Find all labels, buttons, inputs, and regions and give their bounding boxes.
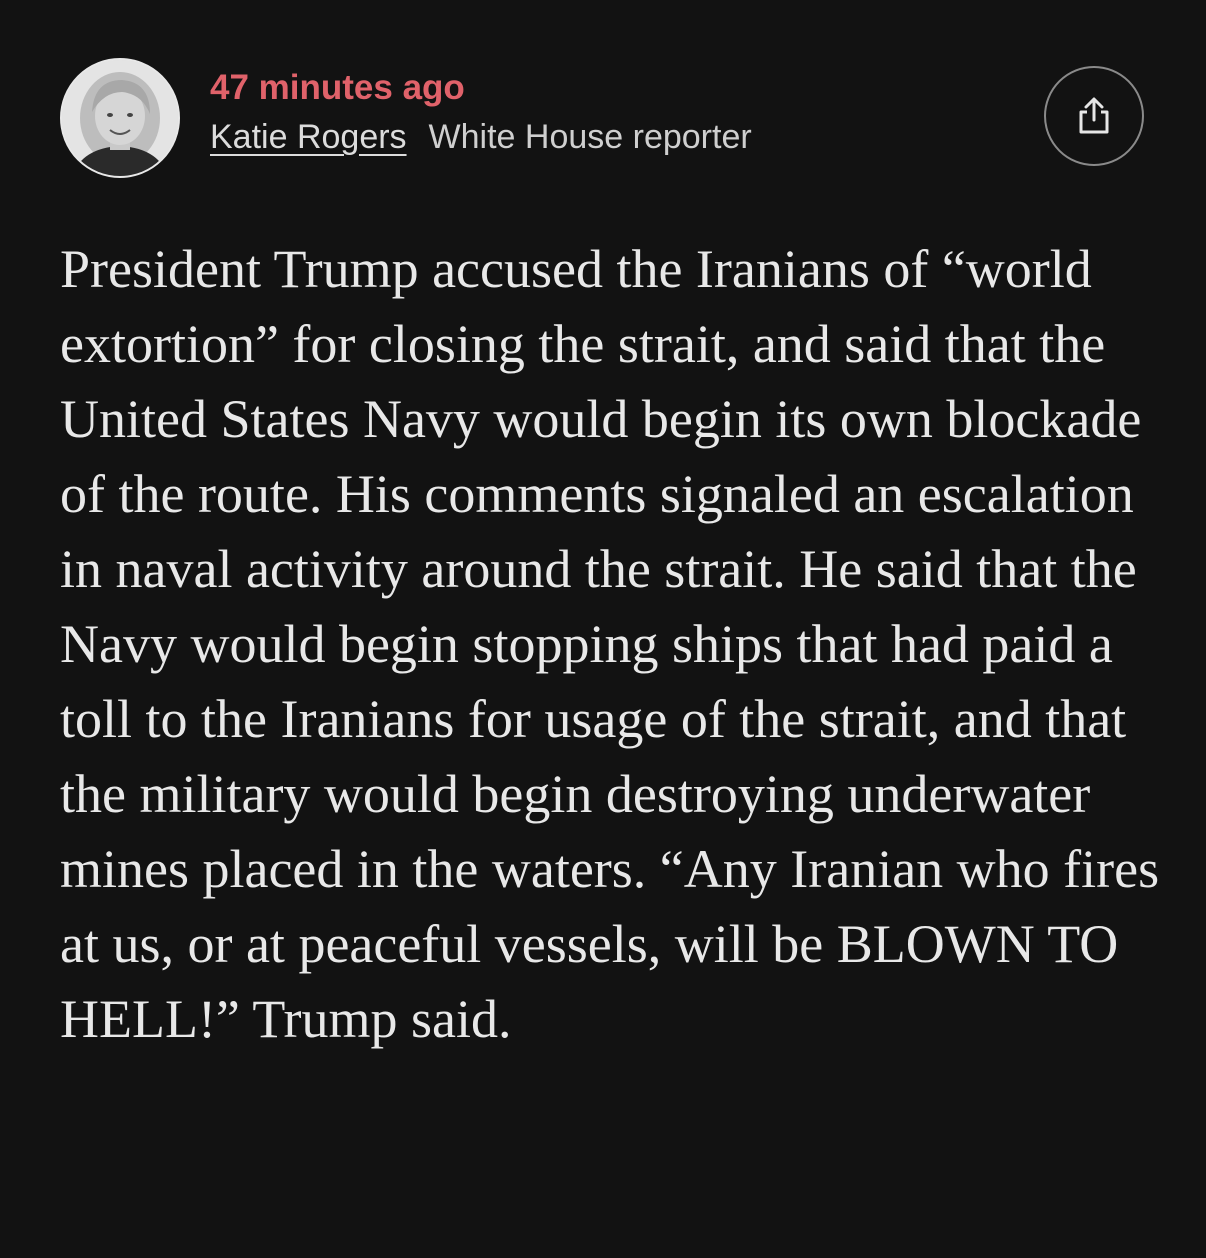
timestamp: 47 minutes ago	[210, 68, 465, 107]
post-body-text: President Trump accused the Iranians of …	[60, 239, 1160, 1049]
share-button[interactable]	[1044, 66, 1144, 166]
live-update-post: 47 minutes ago Katie Rogers White House r…	[0, 0, 1206, 1258]
author-role: White House reporter	[428, 118, 752, 156]
post-header: 47 minutes ago Katie Rogers White House r…	[60, 58, 1150, 180]
author-avatar[interactable]	[60, 58, 180, 178]
share-icon	[1079, 97, 1109, 134]
author-photo-icon	[62, 60, 178, 176]
author-name-link[interactable]: Katie Rogers	[210, 118, 407, 156]
post-meta: 47 minutes ago Katie Rogers White House r…	[210, 66, 752, 159]
byline: Katie Rogers White House reporter	[210, 115, 752, 159]
